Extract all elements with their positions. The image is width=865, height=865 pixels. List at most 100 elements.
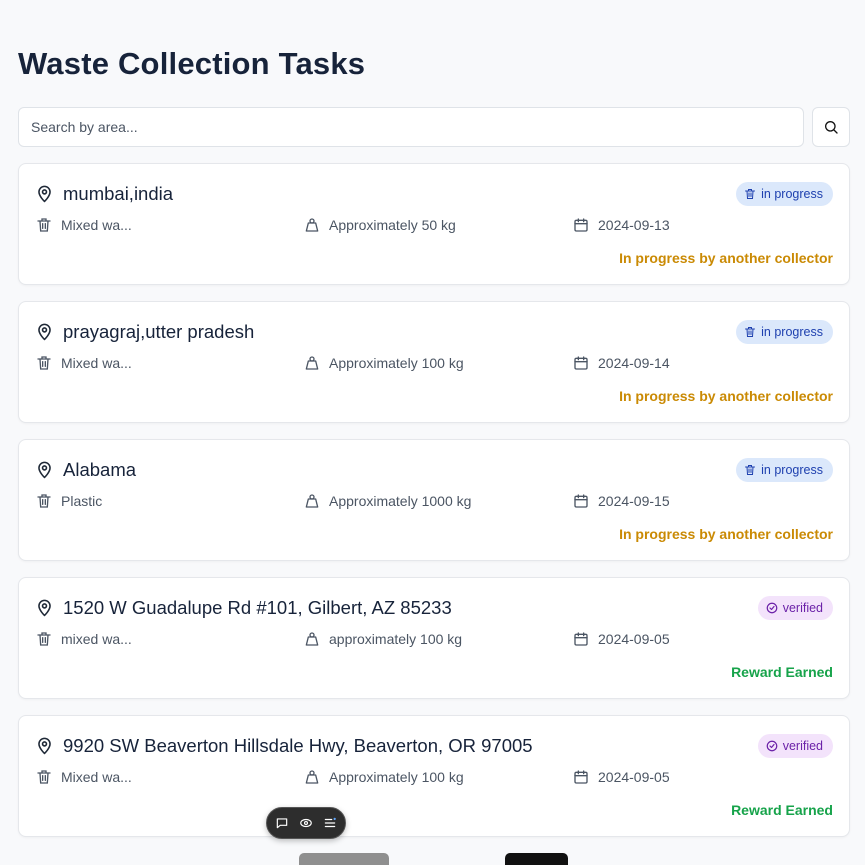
status-badge-label: verified	[782, 601, 823, 615]
task-status: Reward Earned	[731, 664, 833, 680]
card-header: 1520 W Guadalupe Rd #101, Gilbert, AZ 85…	[35, 596, 833, 620]
card-header: Alabama in progress	[35, 458, 833, 482]
search-icon	[823, 119, 839, 135]
task-date: 2024-09-05	[573, 631, 670, 647]
weight-icon	[304, 493, 320, 509]
waste-amount-label: Approximately 100 kg	[329, 769, 464, 785]
previous-page-button[interactable]	[299, 853, 389, 865]
calendar-icon	[573, 631, 589, 647]
weight-icon	[304, 631, 320, 647]
waste-type: Mixed wa...	[36, 769, 132, 785]
waste-amount: Approximately 1000 kg	[304, 493, 471, 509]
task-details: Plastic Approximately 1000 kg 2024-09-15	[36, 493, 833, 511]
trash-icon	[36, 355, 52, 371]
waste-amount: Approximately 50 kg	[304, 217, 456, 233]
waste-amount-label: Approximately 100 kg	[329, 355, 464, 371]
task-details: Mixed wa... Approximately 100 kg 2024-09-0…	[36, 769, 833, 787]
waste-type: mixed wa...	[36, 631, 132, 647]
card-header: prayagraj,utter pradesh in progress	[35, 320, 833, 344]
waste-type-label: Mixed wa...	[61, 355, 132, 371]
task-card[interactable]: mumbai,india in progress Mixed wa... Approx…	[18, 163, 850, 285]
task-location: mumbai,india	[63, 183, 174, 204]
check-circle-icon	[766, 740, 778, 752]
card-header: 9920 SW Beaverton Hillsdale Hwy, Beavert…	[35, 734, 833, 758]
waste-amount: approximately 100 kg	[304, 631, 462, 647]
waste-type: Mixed wa...	[36, 217, 132, 233]
task-details: mixed wa... approximately 100 kg 2024-09-0…	[36, 631, 833, 649]
trash-icon	[36, 217, 52, 233]
calendar-icon	[573, 355, 589, 371]
list-icon[interactable]	[322, 815, 338, 831]
trash-icon	[744, 188, 756, 200]
waste-type-label: Mixed wa...	[61, 217, 132, 233]
task-date-label: 2024-09-14	[598, 355, 670, 371]
trash-icon	[36, 769, 52, 785]
status-badge-label: verified	[782, 739, 823, 753]
task-location: 9920 SW Beaverton Hillsdale Hwy, Beavert…	[63, 735, 533, 756]
waste-amount: Approximately 100 kg	[304, 355, 464, 371]
search-button[interactable]	[812, 107, 850, 147]
calendar-icon	[573, 217, 589, 233]
status-badge: in progress	[736, 458, 833, 482]
page-title: Waste Collection Tasks	[18, 46, 366, 81]
weight-icon	[304, 769, 320, 785]
check-circle-icon	[766, 602, 778, 614]
task-date-label: 2024-09-05	[598, 769, 670, 785]
task-card[interactable]: Alabama in progress Plastic Approximately 1…	[18, 439, 850, 561]
waste-type-label: Mixed wa...	[61, 769, 132, 785]
search-input[interactable]	[18, 107, 804, 147]
weight-icon	[304, 217, 320, 233]
task-card[interactable]: 1520 W Guadalupe Rd #101, Gilbert, AZ 85…	[18, 577, 850, 699]
weight-icon	[304, 355, 320, 371]
trash-icon	[744, 464, 756, 476]
task-date-label: 2024-09-05	[598, 631, 670, 647]
waste-amount-label: Approximately 50 kg	[329, 217, 456, 233]
status-badge-label: in progress	[761, 463, 823, 477]
task-status: Reward Earned	[731, 802, 833, 818]
task-date: 2024-09-05	[573, 769, 670, 785]
trash-icon	[744, 326, 756, 338]
map-pin-icon	[35, 736, 55, 756]
task-location: prayagraj,utter pradesh	[63, 321, 255, 342]
waste-amount-label: Approximately 1000 kg	[329, 493, 472, 509]
map-pin-icon	[35, 598, 55, 618]
waste-type-label: Plastic	[61, 493, 103, 509]
task-date-label: 2024-09-13	[598, 217, 670, 233]
task-details: Mixed wa... Approximately 100 kg 2024-09-1…	[36, 355, 833, 373]
trash-icon	[36, 493, 52, 509]
task-card[interactable]: 9920 SW Beaverton Hillsdale Hwy, Beavert…	[18, 715, 850, 837]
task-date-label: 2024-09-15	[598, 493, 670, 509]
trash-icon	[36, 631, 52, 647]
calendar-icon	[573, 493, 589, 509]
card-header: mumbai,india in progress	[35, 182, 833, 206]
map-pin-icon	[35, 322, 55, 342]
task-details: Mixed wa... Approximately 50 kg 2024-09-13	[36, 217, 833, 235]
waste-type: Plastic	[36, 493, 102, 509]
status-badge-label: in progress	[761, 187, 823, 201]
status-badge: verified	[757, 734, 833, 758]
status-badge: verified	[757, 596, 833, 620]
calendar-icon	[573, 769, 589, 785]
floating-toolbar	[266, 807, 346, 839]
task-status: In progress by another collector	[619, 250, 833, 266]
task-location: 1520 W Guadalupe Rd #101, Gilbert, AZ 85…	[63, 597, 452, 618]
task-date: 2024-09-13	[573, 217, 670, 233]
waste-type-label: mixed wa...	[61, 631, 132, 647]
eye-icon[interactable]	[298, 815, 314, 831]
waste-amount: Approximately 100 kg	[304, 769, 464, 785]
status-badge: in progress	[736, 320, 833, 344]
waste-amount-label: approximately 100 kg	[329, 631, 463, 647]
status-badge-label: in progress	[761, 325, 823, 339]
map-pin-icon	[35, 184, 55, 204]
next-page-button[interactable]	[505, 853, 568, 865]
waste-type: Mixed wa...	[36, 355, 132, 371]
task-card[interactable]: prayagraj,utter pradesh in progress Mixed …	[18, 301, 850, 423]
map-pin-icon	[35, 460, 55, 480]
search-bar	[18, 107, 850, 147]
task-status: In progress by another collector	[619, 388, 833, 404]
comment-icon[interactable]	[274, 815, 290, 831]
task-status: In progress by another collector	[619, 526, 833, 542]
task-location: Alabama	[63, 459, 137, 480]
task-date: 2024-09-15	[573, 493, 670, 509]
task-date: 2024-09-14	[573, 355, 670, 371]
